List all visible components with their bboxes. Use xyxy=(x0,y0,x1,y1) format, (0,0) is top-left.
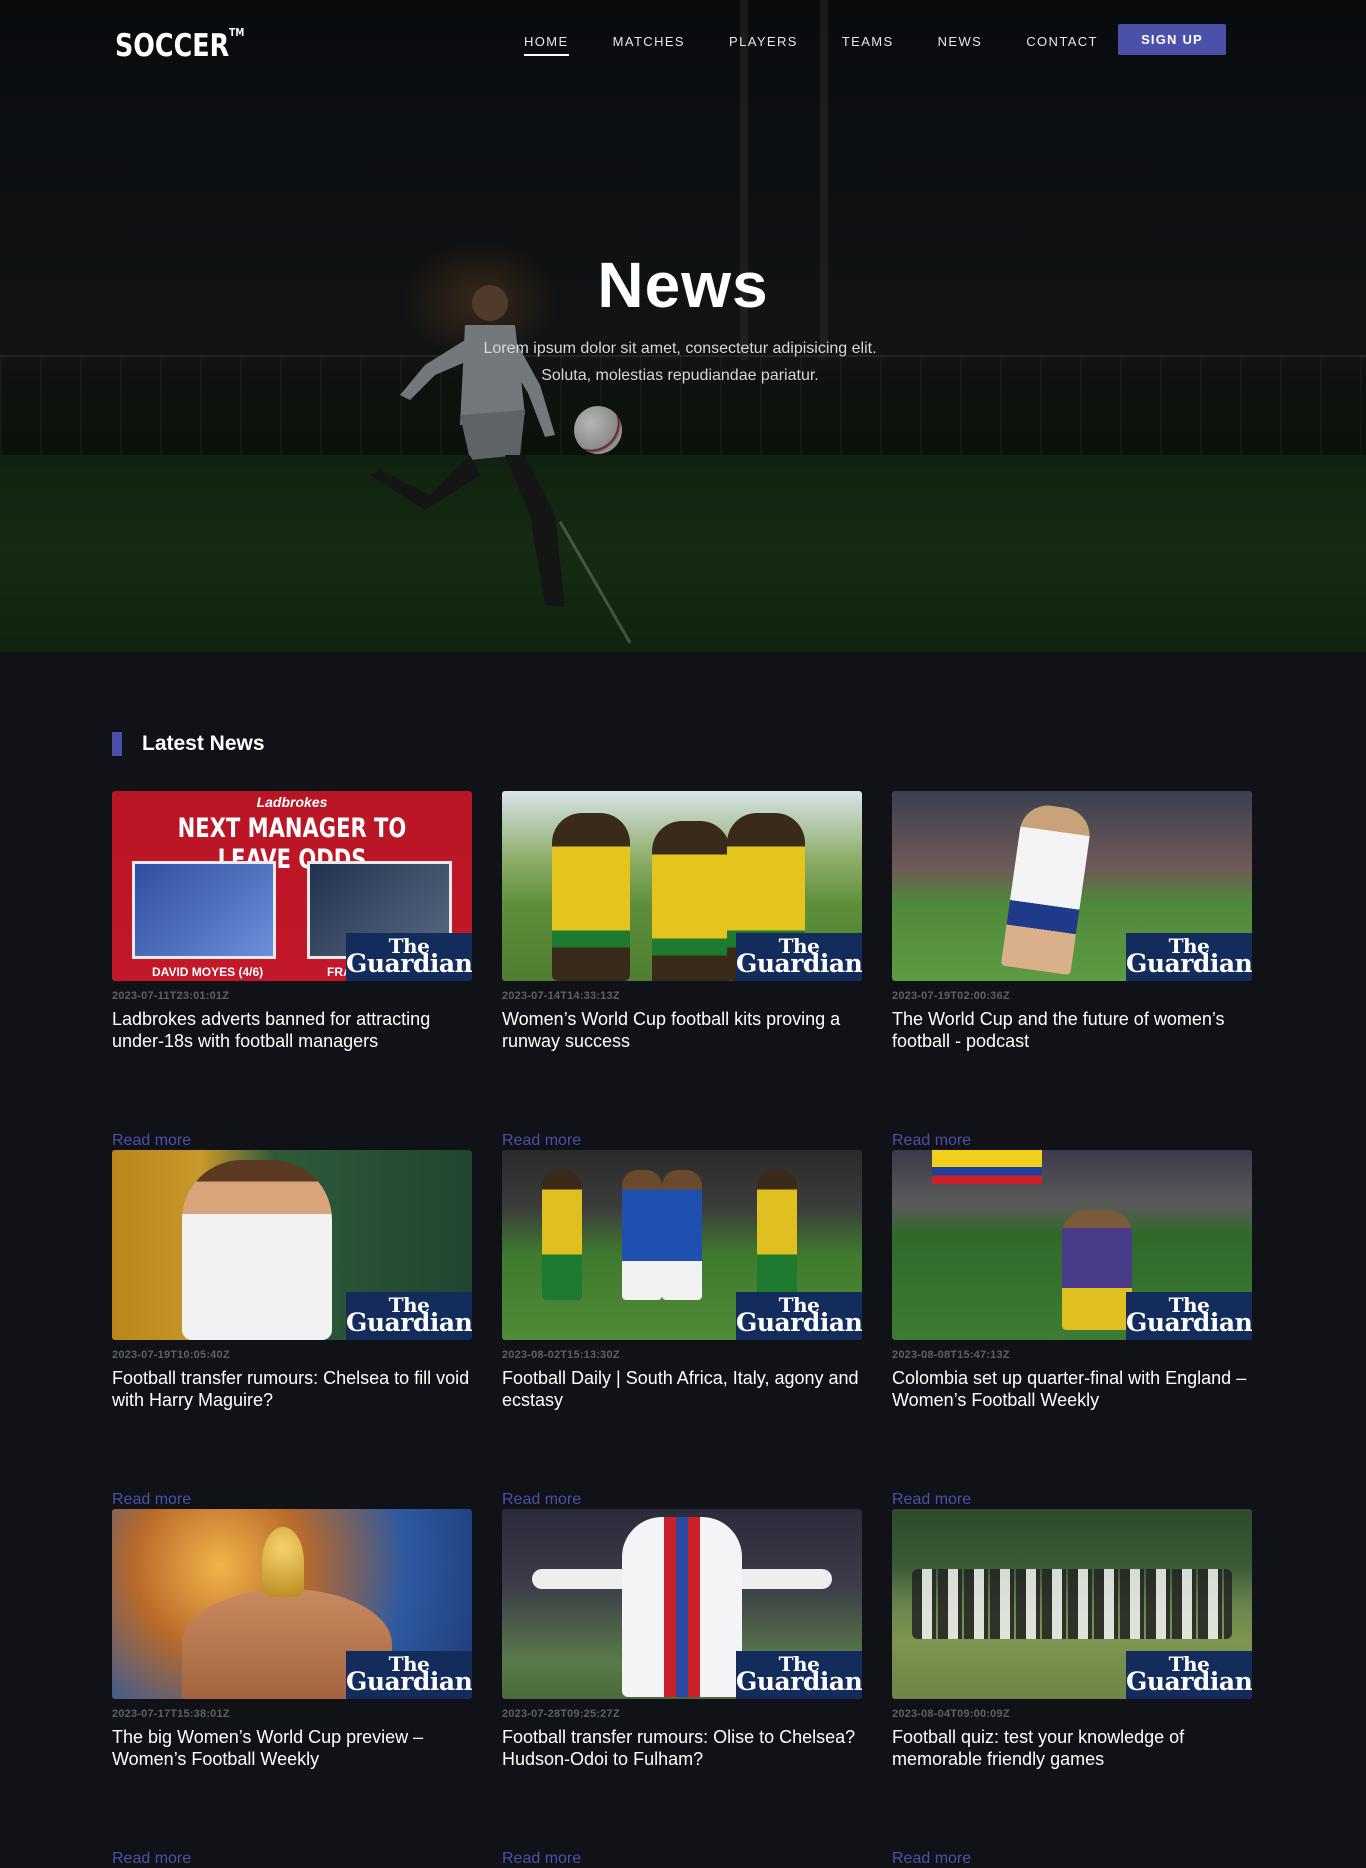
thumbnail-figure xyxy=(622,1517,742,1697)
news-card: The Guardian 2023-07-19T02:00:36Z The Wor… xyxy=(892,791,1254,1150)
news-thumbnail[interactable]: The Guardian xyxy=(892,791,1252,981)
news-date: 2023-07-17T15:38:01Z xyxy=(112,1708,230,1720)
section-title: Latest News xyxy=(142,732,265,755)
read-more-link[interactable]: Read more xyxy=(502,1491,581,1509)
thumbnail-caption: DAVID MOYES (4/6) xyxy=(152,965,264,979)
news-card: The Guardian 2023-08-08T15:47:13Z Colombi… xyxy=(892,1150,1254,1509)
thumbnail-figure xyxy=(182,1160,332,1340)
guardian-logo: The Guardian xyxy=(1126,1651,1252,1699)
news-date: 2023-07-28T09:25:27Z xyxy=(502,1708,620,1720)
read-more-link[interactable]: Read more xyxy=(112,1132,191,1150)
hero-overlay xyxy=(0,0,1366,652)
guardian-logo-line: Guardian xyxy=(346,1308,472,1337)
logo-text: SOCCER xyxy=(115,28,230,64)
guardian-logo: The Guardian xyxy=(346,933,472,981)
news-card: The Guardian 2023-07-14T14:33:13Z Women’s… xyxy=(502,791,864,1150)
news-headline[interactable]: Ladbrokes adverts banned for attracting … xyxy=(112,1008,472,1052)
read-more-link[interactable]: Read more xyxy=(502,1132,581,1150)
logo-trademark: TM xyxy=(229,26,245,39)
news-date: 2023-07-19T10:05:40Z xyxy=(112,1349,230,1361)
guardian-logo-line: Guardian xyxy=(736,949,862,978)
hero-subtitle: Lorem ipsum dolor sit amet, consectetur … xyxy=(483,340,877,384)
guardian-logo-line: Guardian xyxy=(736,1308,862,1337)
news-date: 2023-07-19T02:00:36Z xyxy=(892,990,1010,1002)
news-card: The Guardian 2023-08-04T09:00:09Z Footbal… xyxy=(892,1509,1254,1868)
thumbnail-figure xyxy=(542,1170,582,1300)
thumbnail-flag xyxy=(932,1150,1042,1184)
news-thumbnail[interactable]: The Guardian xyxy=(502,1150,862,1340)
thumbnail-figure xyxy=(912,1569,1232,1639)
news-headline[interactable]: Football transfer rumours: Chelsea to fi… xyxy=(112,1367,472,1411)
news-date: 2023-07-11T23:01:01Z xyxy=(112,990,230,1002)
news-thumbnail[interactable]: The Guardian xyxy=(502,791,862,981)
read-more-link[interactable]: Read more xyxy=(892,1491,971,1509)
news-date: 2023-08-02T15:13:30Z xyxy=(502,1349,620,1361)
news-headline[interactable]: Football transfer rumours: Olise to Chel… xyxy=(502,1726,862,1770)
guardian-logo: The Guardian xyxy=(346,1292,472,1340)
nav-contact[interactable]: CONTACT xyxy=(1026,34,1098,56)
guardian-logo-line: Guardian xyxy=(736,1667,862,1696)
main-menu: HOME MATCHES PLAYERS TEAMS NEWS CONTACT xyxy=(524,34,1142,56)
news-date: 2023-07-14T14:33:13Z xyxy=(502,990,620,1002)
nav-teams[interactable]: TEAMS xyxy=(842,34,894,56)
section-accent-bar xyxy=(112,732,122,756)
news-card: The Guardian 2023-07-17T15:38:01Z The big… xyxy=(112,1509,474,1868)
thumbnail-figure xyxy=(1062,1210,1132,1330)
read-more-link[interactable]: Read more xyxy=(502,1850,581,1868)
read-more-link[interactable]: Read more xyxy=(112,1491,191,1509)
news-headline[interactable]: The World Cup and the future of women’s … xyxy=(892,1008,1252,1052)
news-thumbnail[interactable]: The Guardian xyxy=(112,1509,472,1699)
read-more-link[interactable]: Read more xyxy=(892,1132,971,1150)
guardian-logo: The Guardian xyxy=(1126,1292,1252,1340)
guardian-logo: The Guardian xyxy=(736,933,862,981)
trophy-icon xyxy=(262,1527,304,1597)
thumbnail-figure xyxy=(662,1170,702,1300)
nav-home[interactable]: HOME xyxy=(524,34,569,56)
guardian-logo: The Guardian xyxy=(1126,933,1252,981)
thumbnail-figure xyxy=(757,1170,797,1300)
news-thumbnail[interactable]: The Guardian xyxy=(892,1509,1252,1699)
guardian-logo: The Guardian xyxy=(736,1651,862,1699)
news-card: The Guardian 2023-07-28T09:25:27Z Footbal… xyxy=(502,1509,864,1868)
guardian-logo-line: Guardian xyxy=(346,949,472,978)
news-headline[interactable]: Colombia set up quarter-final with Engla… xyxy=(892,1367,1252,1411)
thumbnail-brand-text: Ladbrokes xyxy=(256,794,328,810)
guardian-logo-line: Guardian xyxy=(346,1667,472,1696)
thumbnail-figure xyxy=(552,813,630,981)
guardian-logo: The Guardian xyxy=(346,1651,472,1699)
news-headline[interactable]: Football Daily | South Africa, Italy, ag… xyxy=(502,1367,862,1411)
nav-players[interactable]: PLAYERS xyxy=(729,34,798,56)
read-more-link[interactable]: Read more xyxy=(892,1850,971,1868)
news-thumbnail[interactable]: Ladbrokes NEXT MANAGER TO LEAVE ODDS DAV… xyxy=(112,791,472,981)
news-date: 2023-08-08T15:47:13Z xyxy=(892,1349,1010,1361)
section-header: Latest News xyxy=(112,732,265,756)
news-card: Ladbrokes NEXT MANAGER TO LEAVE ODDS DAV… xyxy=(112,791,474,1150)
thumbnail-photo xyxy=(132,861,276,959)
news-date: 2023-08-04T09:00:09Z xyxy=(892,1708,1010,1720)
top-navigation: SOCCERTM HOME MATCHES PLAYERS TEAMS NEWS… xyxy=(0,0,1366,80)
news-thumbnail[interactable]: The Guardian xyxy=(112,1150,472,1340)
thumbnail-figure xyxy=(652,821,730,981)
news-card: The Guardian 2023-08-02T15:13:30Z Footbal… xyxy=(502,1150,864,1509)
nav-news[interactable]: NEWS xyxy=(938,34,983,56)
news-thumbnail[interactable]: The Guardian xyxy=(892,1150,1252,1340)
guardian-logo-line: Guardian xyxy=(1126,1308,1252,1337)
read-more-link[interactable]: Read more xyxy=(112,1850,191,1868)
news-thumbnail[interactable]: The Guardian xyxy=(502,1509,862,1699)
site-logo[interactable]: SOCCERTM xyxy=(115,26,245,64)
thumbnail-figure xyxy=(1000,801,1094,976)
guardian-logo-line: Guardian xyxy=(1126,1667,1252,1696)
guardian-logo-line: Guardian xyxy=(1126,949,1252,978)
news-card: The Guardian 2023-07-19T10:05:40Z Footbal… xyxy=(112,1150,474,1509)
news-grid: Ladbrokes NEXT MANAGER TO LEAVE ODDS DAV… xyxy=(112,791,1256,1868)
news-headline[interactable]: The big Women’s World Cup preview – Wome… xyxy=(112,1726,472,1770)
guardian-logo: The Guardian xyxy=(736,1292,862,1340)
news-headline[interactable]: Women’s World Cup football kits proving … xyxy=(502,1008,862,1052)
thumbnail-figure xyxy=(622,1170,662,1300)
news-headline[interactable]: Football quiz: test your knowledge of me… xyxy=(892,1726,1252,1770)
nav-matches[interactable]: MATCHES xyxy=(613,34,685,56)
hero-banner: SOCCERTM HOME MATCHES PLAYERS TEAMS NEWS… xyxy=(0,0,1366,652)
page-title: News xyxy=(597,249,769,321)
sign-up-button[interactable]: SIGN UP xyxy=(1118,24,1226,55)
